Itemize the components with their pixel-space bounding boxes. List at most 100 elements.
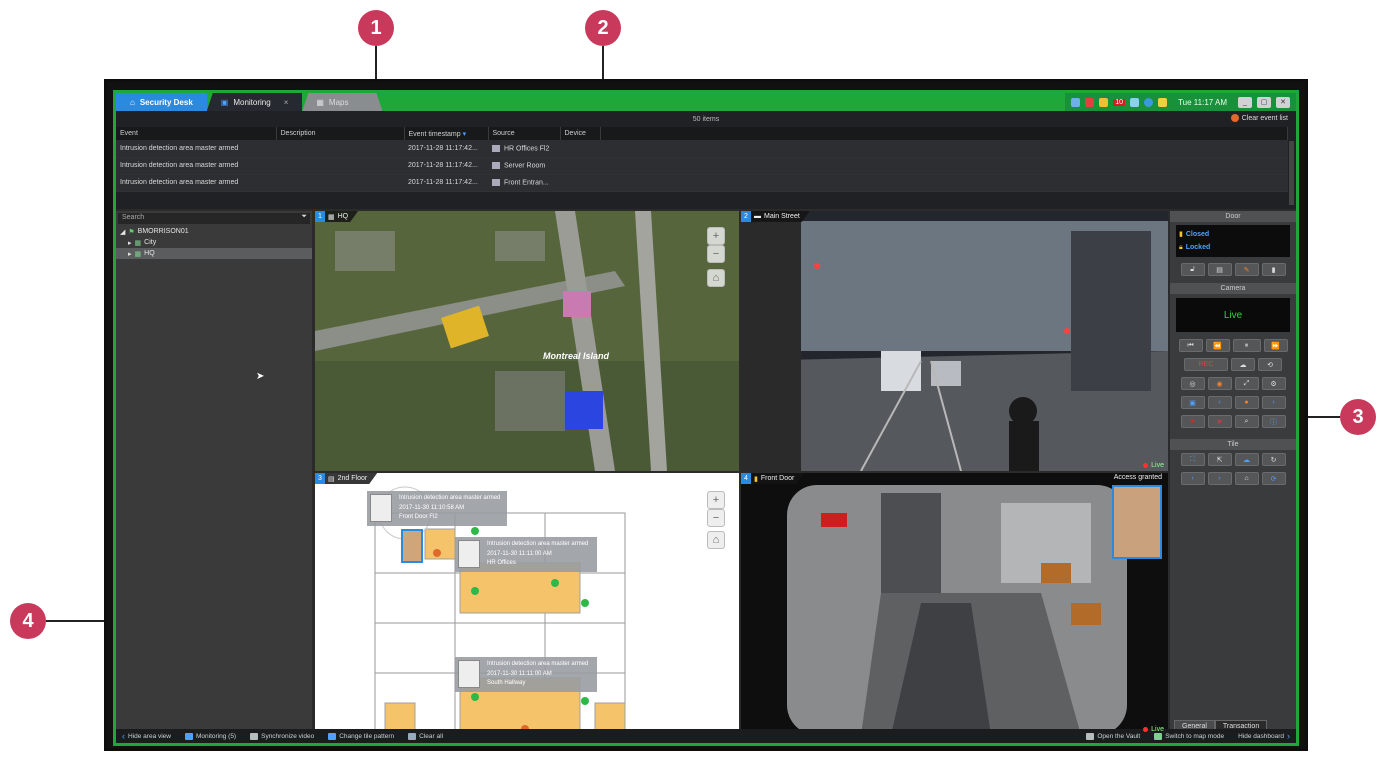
table-row[interactable]: Intrusion detection area master armed 20… <box>116 157 1288 175</box>
col-source[interactable]: Source <box>488 127 561 140</box>
col-device[interactable]: Device <box>560 127 601 140</box>
unlock-button[interactable]: 🔓︎ <box>1180 263 1205 276</box>
ptz-button[interactable]: ▣ <box>1180 396 1205 409</box>
source-label: Server Room <box>504 162 546 170</box>
pause-button[interactable]: ⏸ <box>1232 339 1261 352</box>
tray-badge[interactable]: 10 <box>1113 98 1126 106</box>
expand-icon[interactable]: ▸ <box>128 239 132 247</box>
clear-all-label: Clear all <box>419 732 444 740</box>
next-button[interactable]: › <box>1261 396 1286 409</box>
lock-button[interactable]: ▮ <box>1261 263 1286 276</box>
filter-icon[interactable]: ⏷ <box>301 213 307 221</box>
zoom-in-button[interactable]: + <box>707 227 725 245</box>
recording-icon <box>1143 727 1149 732</box>
record-button[interactable]: REC <box>1184 358 1228 371</box>
search-icon[interactable]: ⌕ <box>1234 415 1259 428</box>
tile-4-camera[interactable]: 4 ▮ Front Door Access granted Live <box>741 473 1168 735</box>
settings-icon[interactable]: ⚙ <box>1261 377 1286 390</box>
privacy-button[interactable]: ● <box>1234 396 1259 409</box>
loop-button[interactable]: ⟲ <box>1258 358 1282 371</box>
home-button[interactable]: ⌂ <box>707 269 725 287</box>
col-description[interactable]: Description <box>276 127 405 140</box>
table-row[interactable]: Intrusion detection area master armed 20… <box>116 140 1288 158</box>
maximize-tile-button[interactable]: ⛶ <box>1180 453 1205 466</box>
source-label: HR Offices Fl2 <box>504 144 550 152</box>
hide-dashboard-button[interactable]: Hide dashboard › <box>1238 731 1290 741</box>
event-cell: Intrusion detection area master armed <box>116 174 276 192</box>
export-button[interactable]: ◉ <box>1207 377 1232 390</box>
tree-item-city[interactable]: ▸ ▦ City <box>116 237 312 248</box>
record-controls: REC ☁ ⟲ <box>1170 355 1296 374</box>
clear-all-button[interactable]: Clear all <box>408 732 444 740</box>
cloud-button[interactable]: ☁ <box>1234 453 1259 466</box>
tab-bar: ⌂ Security Desk ▣ Monitoring × ▦ Maps 10 Tue… <box>116 93 1296 111</box>
tab-security-desk[interactable]: ⌂ Security Desk <box>116 93 207 111</box>
col-timestamp[interactable]: Event timestamp ▾ <box>404 127 489 140</box>
shunt-button[interactable]: ✎ <box>1234 263 1259 276</box>
table-row[interactable]: Intrusion detection area master armed 20… <box>116 174 1288 192</box>
stop-button[interactable]: ✕ <box>1207 415 1232 428</box>
zoom-out-button[interactable]: − <box>707 245 725 263</box>
open-vault-button[interactable]: Open the Vault <box>1086 731 1140 741</box>
expand-icon[interactable]: ▸ <box>128 250 132 258</box>
switch-to-map-mode-button[interactable]: Switch to map mode <box>1154 731 1224 741</box>
tile-3-floor-plan[interactable]: 3 ▤ 2nd Floor Intrusion detection area mas… <box>315 473 739 735</box>
clear-all-icon <box>408 732 417 740</box>
monitoring-icon <box>185 732 193 740</box>
back-button[interactable]: ‹ <box>1207 396 1232 409</box>
alarm-button[interactable]: ⚑ <box>1180 415 1205 428</box>
tab-maps[interactable]: ▦ Maps <box>302 93 382 111</box>
search-input[interactable]: Search ⏷ <box>118 213 310 224</box>
tile-2-camera[interactable]: 2 ▬ Main Street Live <box>741 211 1168 471</box>
tile-1-map[interactable]: 1 ▦ HQ Montreal Island + − ⌂ <box>315 211 739 471</box>
alarm-card[interactable]: Intrusion detection area master armed 20… <box>455 657 597 692</box>
close-button[interactable]: ✕ <box>1276 96 1290 108</box>
expand-icon[interactable]: ◢ <box>120 228 125 236</box>
cardholder-photo[interactable] <box>401 529 423 563</box>
thumbnail-icon <box>458 540 480 568</box>
camera-live-status: Live <box>1176 298 1290 332</box>
tray-network-icon[interactable] <box>1071 97 1081 107</box>
override-button[interactable]: ▤ <box>1207 263 1232 276</box>
clear-event-list-button[interactable]: Clear event list <box>1230 114 1288 122</box>
cycle-button[interactable]: ⟳ <box>1261 472 1286 485</box>
hide-area-view-button[interactable]: ‹ Hide area view <box>122 731 171 741</box>
next-tile-button[interactable]: › <box>1207 472 1232 485</box>
monitoring-button[interactable]: Monitoring (5) <box>185 732 236 740</box>
info-icon[interactable]: ⓘ <box>1261 415 1286 428</box>
alarm-card[interactable]: Intrusion detection area master armed 20… <box>367 491 507 526</box>
zoom-out-button[interactable]: − <box>707 509 725 527</box>
tray-arrow-icon[interactable] <box>1099 97 1109 107</box>
rewind-button[interactable]: ⏪ <box>1205 339 1230 352</box>
previous-button[interactable]: ‹ <box>1180 472 1205 485</box>
tray-alarm-icon[interactable] <box>1085 97 1095 107</box>
refresh-button[interactable]: ↻ <box>1261 453 1286 466</box>
restore-button[interactable]: ▢ <box>1257 96 1271 108</box>
cardholder-photo[interactable] <box>1112 485 1162 559</box>
home-button[interactable]: ⌂ <box>707 531 725 549</box>
tab-monitoring[interactable]: ▣ Monitoring × <box>206 93 303 111</box>
tile-title: Main Street <box>764 213 800 220</box>
change-tile-pattern-button[interactable]: Change tile pattern <box>328 732 394 740</box>
tree-item-hq[interactable]: ▸ ▦ HQ <box>116 248 312 259</box>
forward-button[interactable]: ⏩ <box>1263 339 1288 352</box>
skip-back-button[interactable]: ⏮ <box>1178 339 1203 352</box>
tray-globe-icon[interactable] <box>1144 97 1154 107</box>
home-icon[interactable]: ⌂ <box>1234 472 1259 485</box>
playback-controls: ⏮ ⏪ ⏸ ⏩ <box>1170 336 1296 355</box>
snapshot-button[interactable]: ◎ <box>1180 377 1205 390</box>
tree-item-bmorrison01[interactable]: ◢ ⚑ BMORRISON01 <box>116 226 312 237</box>
digital-zoom-button[interactable]: ⤢ <box>1234 377 1259 390</box>
detach-tile-button[interactable]: ⇱ <box>1207 453 1232 466</box>
zoom-in-button[interactable]: + <box>707 491 725 509</box>
event-list-scrollbar[interactable] <box>1289 141 1294 205</box>
tray-speaker-icon[interactable] <box>1130 97 1140 107</box>
device-cell <box>560 140 600 158</box>
add-bookmark-button[interactable]: ☁ <box>1231 358 1255 371</box>
minimize-button[interactable]: _ <box>1238 96 1252 108</box>
col-event[interactable]: Event <box>116 127 277 140</box>
alarm-card[interactable]: Intrusion detection area master armed 20… <box>455 537 597 572</box>
close-tab-icon[interactable]: × <box>284 98 289 107</box>
synchronize-video-button[interactable]: Synchronize video <box>250 732 314 740</box>
tray-signal-icon[interactable] <box>1158 97 1168 107</box>
